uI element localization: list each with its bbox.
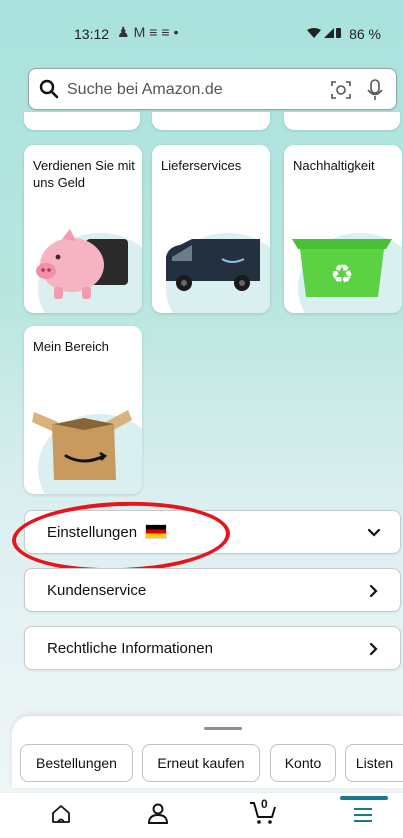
svg-text:♻: ♻ bbox=[330, 260, 353, 290]
card-mein-bereich[interactable]: Mein Bereich bbox=[24, 326, 142, 494]
partial-card[interactable] bbox=[152, 112, 270, 130]
status-bar: 13:12 ♟M≡≡• 86 % bbox=[0, 0, 403, 64]
row-label: Kundenservice bbox=[47, 582, 147, 599]
cart-count: 0 bbox=[261, 797, 268, 811]
amazon-box-icon bbox=[24, 398, 142, 488]
chevron-right-icon[interactable] bbox=[366, 641, 382, 662]
delivery-van-icon bbox=[152, 217, 270, 307]
person-icon: ♟ bbox=[117, 24, 134, 40]
row-kundenservice[interactable]: Kundenservice bbox=[24, 568, 401, 612]
partial-card[interactable] bbox=[284, 112, 400, 130]
sheet-handle[interactable] bbox=[204, 727, 242, 730]
mail-icon: M bbox=[133, 24, 150, 40]
chip-listen[interactable]: Listen bbox=[345, 744, 403, 782]
row-rechtliche-informationen[interactable]: Rechtliche Informationen bbox=[24, 626, 401, 670]
cart-icon[interactable]: 0 bbox=[248, 797, 278, 830]
card-label: Lieferservices bbox=[161, 158, 242, 173]
wifi-icon bbox=[307, 26, 342, 42]
chevron-down-icon[interactable] bbox=[366, 525, 382, 546]
chevron-right-icon[interactable] bbox=[366, 583, 382, 604]
card-label: Nachhaltigkeit bbox=[293, 158, 375, 173]
recycle-bin-icon: ♻ bbox=[284, 217, 402, 307]
card-lieferservices[interactable]: Lieferservices bbox=[152, 145, 270, 313]
card-nachhaltigkeit[interactable]: Nachhaltigkeit ♻ bbox=[284, 145, 402, 313]
card-verdienen[interactable]: Verdienen Sie mit uns Geld bbox=[24, 145, 142, 313]
chip-bestellungen[interactable]: Bestellungen bbox=[20, 744, 133, 782]
chip-erneut-kaufen[interactable]: Erneut kaufen bbox=[142, 744, 260, 782]
menu-icon[interactable] bbox=[352, 807, 374, 828]
partial-card[interactable] bbox=[24, 112, 140, 130]
status-right: 86 % bbox=[307, 26, 381, 42]
status-time: 13:12 bbox=[74, 26, 110, 42]
row-label: Rechtliche Informationen bbox=[47, 640, 213, 657]
battery-text: 86 % bbox=[349, 26, 381, 42]
translate-icon: ≡ bbox=[149, 24, 162, 40]
piggy-bank-icon bbox=[24, 217, 142, 307]
translate-icon: ≡ bbox=[161, 24, 174, 40]
profile-icon[interactable] bbox=[146, 803, 170, 830]
search-bar[interactable]: Suche bei Amazon.de bbox=[28, 68, 397, 110]
active-tab-indicator bbox=[340, 796, 388, 800]
notification-icons: ♟M≡≡• bbox=[117, 24, 182, 41]
home-icon[interactable] bbox=[50, 803, 72, 830]
chip-konto[interactable]: Konto bbox=[270, 744, 336, 782]
camera-scan-icon[interactable] bbox=[330, 79, 352, 106]
card-label: Mein Bereich bbox=[33, 339, 109, 354]
search-input[interactable]: Suche bei Amazon.de bbox=[67, 81, 223, 99]
dot-icon: • bbox=[173, 24, 183, 40]
microphone-icon[interactable] bbox=[366, 78, 384, 107]
search-icon[interactable] bbox=[39, 79, 59, 104]
card-label: Verdienen Sie mit uns Geld bbox=[33, 158, 135, 190]
